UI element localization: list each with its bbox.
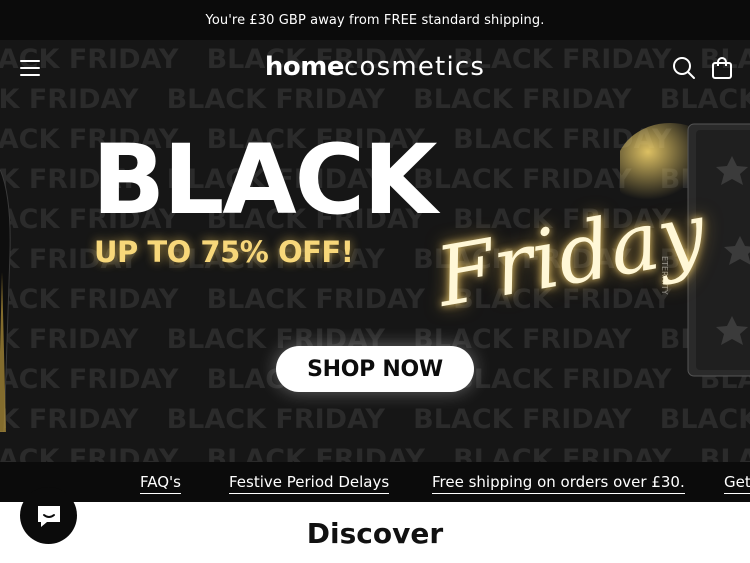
logo-part-cosmetics: cosmetics — [343, 52, 486, 82]
product-bottle-image — [0, 132, 18, 436]
hero-offer-text: UP TO 75% OFF! — [94, 235, 354, 269]
announcement-bar: You're £30 GBP away from FREE standard s… — [0, 0, 750, 40]
link-free-shipping[interactable]: Free shipping on orders over £30. — [432, 473, 685, 494]
site-logo[interactable]: homecosmetics — [0, 52, 750, 82]
link-get[interactable]: Get — [724, 473, 750, 494]
link-faqs[interactable]: FAQ's — [140, 473, 181, 494]
hero-headline: BLACK — [92, 124, 437, 236]
shop-now-button[interactable]: SHOP NOW — [276, 346, 474, 392]
logo-part-home: home — [264, 52, 345, 82]
hero-banner[interactable]: BLACK FRIDAY BLACK FRIDAY BLACK FRIDAY B… — [0, 40, 750, 462]
announcement-text: You're £30 GBP away from FREE standard s… — [205, 12, 545, 28]
link-festive-delays[interactable]: Festive Period Delays — [229, 473, 390, 494]
info-links-bar: FAQ's Festive Period Delays Free shippin… — [0, 462, 750, 502]
section-title-discover: Discover — [306, 517, 444, 550]
